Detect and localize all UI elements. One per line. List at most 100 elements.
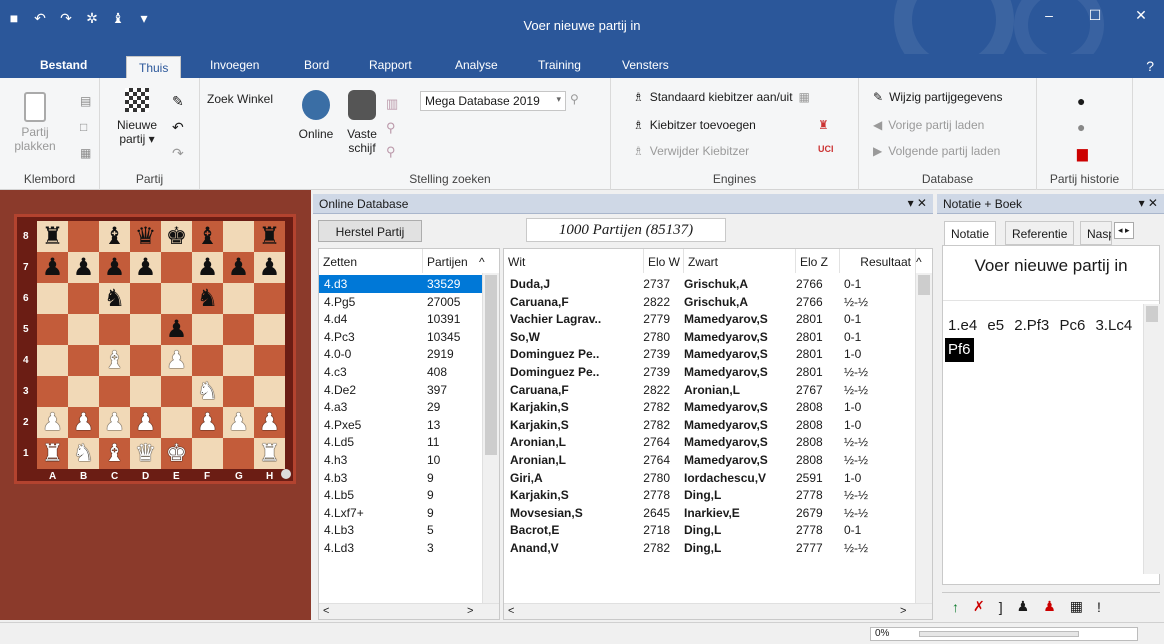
- square-c5[interactable]: [99, 314, 130, 345]
- tab-nasp[interactable]: Nasp: [1080, 221, 1112, 245]
- help-icon[interactable]: ?: [1146, 58, 1154, 74]
- tab-bord[interactable]: Bord: [304, 58, 329, 72]
- standard-kibitzer-toggle[interactable]: ♗ Standaard kiebitzer aan/uit ▦: [633, 90, 810, 104]
- square-c6[interactable]: ♞: [99, 283, 130, 314]
- sort-up-icon[interactable]: ^: [479, 249, 495, 273]
- move-row[interactable]: 4.Lb5 9: [319, 486, 482, 504]
- tab-thuis[interactable]: Thuis: [126, 56, 182, 78]
- square-d2[interactable]: ♟: [130, 407, 161, 438]
- square-e4[interactable]: ♟: [161, 345, 192, 376]
- square-e3[interactable]: [161, 376, 192, 407]
- up-arrow-icon[interactable]: ↑: [952, 599, 959, 615]
- square-g8[interactable]: [223, 221, 254, 252]
- game-row[interactable]: Caruana,F 2822 Aronian,L 2767 ½-½: [504, 381, 914, 399]
- white-pawn-icon[interactable]: ♟: [135, 410, 157, 435]
- white-queen-icon[interactable]: ♛: [135, 441, 157, 466]
- square-b2[interactable]: ♟: [68, 407, 99, 438]
- exclamation-icon[interactable]: !: [1097, 599, 1101, 615]
- square-b5[interactable]: [68, 314, 99, 345]
- game-row[interactable]: Aronian,L 2764 Mamedyarov,S 2808 ½-½: [504, 433, 914, 451]
- move-row[interactable]: 4.Pc3 10345: [319, 328, 482, 346]
- square-h3[interactable]: [254, 376, 285, 407]
- square-d5[interactable]: [130, 314, 161, 345]
- move-row[interactable]: 4.Lb3 5: [319, 521, 482, 539]
- white-rook-icon[interactable]: ♜: [42, 441, 64, 466]
- white-bishop-icon[interactable]: ♝: [104, 441, 126, 466]
- square-f5[interactable]: [192, 314, 223, 345]
- board-grid[interactable]: ♜ ♝ ♛ ♚ ♝ ♜ ♟ ♟ ♟ ♟ ♟ ♟ ♟ ♞ ♞ ♟ ♝ ♟ ♞ ♟ ♟ ♟ ♟ ♟ ♟ ♟ ♜ ♞ ♝ ♛ ♚ ♜: [37, 221, 285, 469]
- edit-game-data-button[interactable]: ✎ Wijzig partijgegevens: [873, 90, 1002, 104]
- game-row[interactable]: So,W 2780 Mamedyarov,S 2801 0-1: [504, 328, 914, 346]
- white-col-header[interactable]: Wit: [504, 249, 644, 273]
- game-row[interactable]: Anand,V 2782 Ding,L 2777 ½-½: [504, 539, 914, 557]
- paste-button[interactable]: Partij plakken: [12, 92, 58, 153]
- square-c3[interactable]: [99, 376, 130, 407]
- black-rook-icon[interactable]: ♜: [42, 224, 64, 249]
- square-a1[interactable]: ♜: [37, 438, 68, 469]
- tab-training[interactable]: Training: [538, 58, 581, 72]
- scroll-right-icon[interactable]: >: [900, 605, 906, 617]
- white-knight-icon[interactable]: ♞: [197, 379, 219, 404]
- move-row[interactable]: 4.a3 29: [319, 398, 482, 416]
- moves-hscrollbar[interactable]: < >: [319, 603, 499, 619]
- black-rook-icon[interactable]: ♜: [259, 224, 281, 249]
- black-pawn-icon[interactable]: ♟: [104, 255, 126, 280]
- square-e7[interactable]: [161, 252, 192, 283]
- square-e1[interactable]: ♚: [161, 438, 192, 469]
- delete-icon[interactable]: ✗: [973, 598, 985, 615]
- tab-vensters[interactable]: Vensters: [622, 58, 669, 72]
- engine-board-icon[interactable]: ▦: [1070, 598, 1083, 615]
- panel-controls-icon[interactable]: ▾ ✕: [1139, 196, 1158, 210]
- square-b7[interactable]: ♟: [68, 252, 99, 283]
- notation-move[interactable]: Pf6: [945, 338, 974, 362]
- black-pawn-icon[interactable]: ♟: [197, 255, 219, 280]
- white-king-icon[interactable]: ♚: [166, 441, 188, 466]
- square-e2[interactable]: [161, 407, 192, 438]
- remove-kibitzer-button[interactable]: ♗ Verwijder Kiebitzer: [633, 144, 749, 158]
- square-f1[interactable]: [192, 438, 223, 469]
- square-f8[interactable]: ♝: [192, 221, 223, 252]
- scroll-left-icon[interactable]: <: [323, 605, 329, 617]
- white-pawn-icon[interactable]: ♟: [104, 410, 126, 435]
- database-select[interactable]: Mega Database 2019 ▾: [420, 91, 566, 111]
- square-f3[interactable]: ♞: [192, 376, 223, 407]
- notation-area[interactable]: Voer nieuwe partij in 1.e4 e5 2.Pf3 Pc6 …: [942, 245, 1160, 585]
- close-icon[interactable]: ✕: [1118, 0, 1164, 30]
- white-knight-icon[interactable]: ♞: [73, 441, 95, 466]
- black-bishop-icon[interactable]: ♝: [197, 224, 219, 249]
- moves-col-header[interactable]: Zetten: [319, 249, 423, 273]
- black-bishop-icon[interactable]: ♝: [104, 224, 126, 249]
- tab-referentie[interactable]: Referentie: [1005, 221, 1075, 245]
- search-settings-icon[interactable]: ⚲: [570, 92, 579, 106]
- uci-icon[interactable]: UCI: [818, 144, 834, 154]
- move-row[interactable]: 4.c3 408: [319, 363, 482, 381]
- black-pawn-icon[interactable]: ♟: [135, 255, 157, 280]
- square-a2[interactable]: ♟: [37, 407, 68, 438]
- square-h4[interactable]: [254, 345, 285, 376]
- zoek-winkel-button[interactable]: Zoek Winkel: [207, 92, 273, 106]
- notation-move[interactable]: e5: [984, 314, 1007, 338]
- tab-notatie[interactable]: Notatie: [944, 221, 997, 245]
- notation-move[interactable]: Pc6: [1056, 314, 1088, 338]
- black-pawn-icon[interactable]: ♟: [1017, 598, 1030, 615]
- prev-game-button[interactable]: ◀ Vorige partij laden: [873, 118, 984, 132]
- new-game-button[interactable]: Nieuwe partij ▾: [112, 88, 162, 146]
- red-pawn-icon[interactable]: ♟: [1043, 598, 1056, 615]
- square-d7[interactable]: ♟: [130, 252, 161, 283]
- square-h8[interactable]: ♜: [254, 221, 285, 252]
- square-c8[interactable]: ♝: [99, 221, 130, 252]
- square-g4[interactable]: [223, 345, 254, 376]
- move-row[interactable]: 4.0-0 2919: [319, 345, 482, 363]
- square-a8[interactable]: ♜: [37, 221, 68, 252]
- move-row[interactable]: 4.Ld5 11: [319, 433, 482, 451]
- square-c7[interactable]: ♟: [99, 252, 130, 283]
- move-row[interactable]: 4.Ld3 3: [319, 539, 482, 557]
- scroll-right-icon[interactable]: >: [467, 605, 473, 617]
- games-scrollbar[interactable]: [915, 273, 932, 603]
- move-row[interactable]: 4.De2 397: [319, 381, 482, 399]
- scroll-left-icon[interactable]: <: [508, 605, 514, 617]
- black-knight-icon[interactable]: ♞: [197, 286, 219, 311]
- move-row[interactable]: 4.Pg5 27005: [319, 293, 482, 311]
- square-g7[interactable]: ♟: [223, 252, 254, 283]
- square-g2[interactable]: ♟: [223, 407, 254, 438]
